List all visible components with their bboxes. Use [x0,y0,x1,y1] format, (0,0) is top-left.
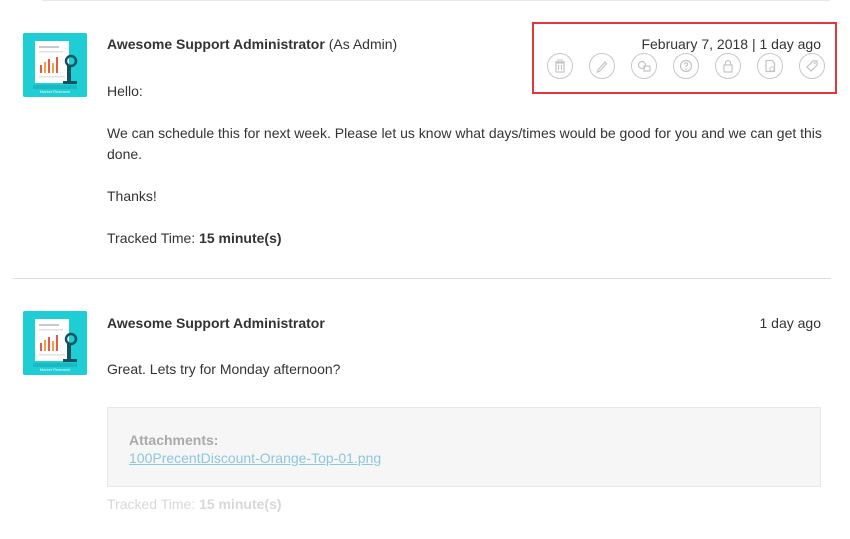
author-role: (As Admin) [328,36,398,52]
reply-author: Awesome Support Administrator (As Admin) [107,36,397,52]
attachments-box: Attachments: 100PrecentDiscount-Orange-T… [107,407,821,487]
message-text: Great. Lets try for Monday afternoon? [107,361,341,377]
trash-icon [555,59,565,73]
signoff-text: Thanks! [107,188,157,204]
private-note-icon [637,60,651,72]
reply-actions [547,53,825,79]
tracked-time-label: Tracked Time: [107,496,200,512]
delete-button[interactable] [547,53,573,79]
help-icon [679,59,693,73]
lock-icon [723,60,733,73]
avatar-caption: Market Research [39,89,71,94]
reply-date: 1 day ago [759,315,822,331]
tracked-time: Tracked Time: 15 minute(s) [107,228,827,249]
attachments-label: Attachments: [129,432,219,448]
message-paragraph: We can schedule this for next week. Plea… [107,125,822,162]
author-name: Awesome Support Administrator [107,315,325,331]
market-research-avatar-icon [23,33,87,97]
avatar-caption: Market Research [39,367,71,372]
edit-button[interactable] [589,53,615,79]
reply-author: Awesome Support Administrator [107,315,325,331]
ticket-reply: Market Research Awesome Support Administ… [0,280,850,539]
ticket-reply: Market Research Awesome Support Administ… [0,0,850,279]
reply-divider [13,278,831,279]
private-note-button[interactable] [631,53,657,79]
tag-icon [806,60,818,72]
copy-icon [765,59,776,73]
market-research-avatar-icon [23,311,87,375]
attachment-link[interactable]: 100PrecentDiscount-Orange-Top-01.png [129,450,381,466]
tracked-time-label: Tracked Time: [107,230,200,246]
greeting-text: Hello: [107,83,143,99]
tracked-time-value: 15 minute(s) [199,496,282,512]
reply-body: Hello: We can schedule this for next wee… [107,81,827,249]
edit-icon [596,61,608,73]
lock-button[interactable] [715,53,741,79]
tracked-time-value: 15 minute(s) [199,230,282,246]
copy-button[interactable] [757,53,783,79]
avatar: Market Research [23,311,87,375]
avatar: Market Research [23,33,87,97]
help-button[interactable] [673,53,699,79]
tracked-time: Tracked Time: 15 minute(s) [107,496,282,512]
tag-button[interactable] [799,53,825,79]
author-name: Awesome Support Administrator [107,36,325,52]
reply-body: Great. Lets try for Monday afternoon? [107,359,827,380]
